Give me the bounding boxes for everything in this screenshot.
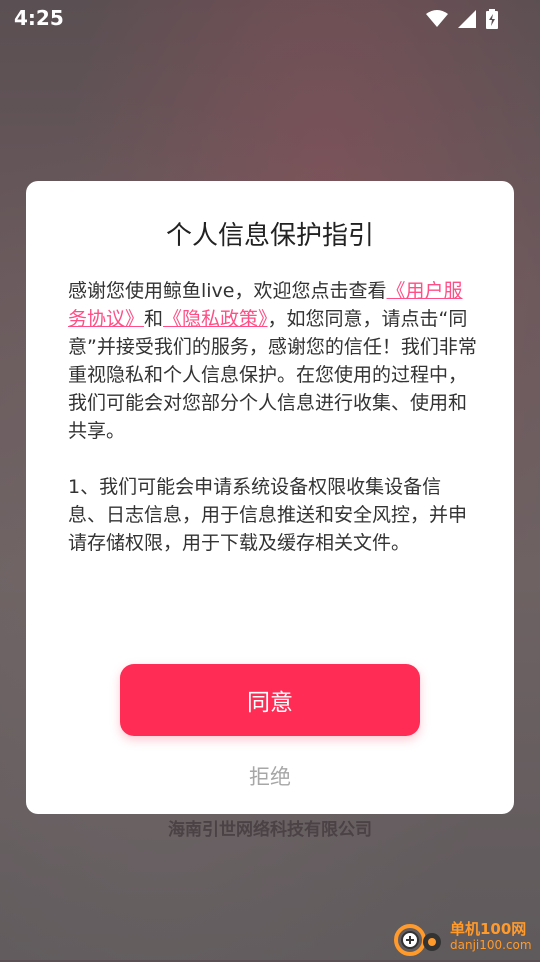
status-bar: 4:25 (0, 0, 540, 36)
watermark-logo-icon (392, 918, 446, 962)
paragraph-intro: 感谢您使用鲸鱼live，欢迎您点击查看《用户服务协议》和《隐私政策》，如您同意，… (68, 277, 478, 445)
wifi-icon (426, 10, 448, 28)
paragraph-permissions: 1、我们可能会申请系统设备权限收集设备信息、日志信息，用于信息推送和安全风控，并… (68, 476, 468, 554)
agree-button[interactable]: 同意 (120, 664, 420, 736)
watermark-text: 单机100网 (450, 920, 527, 938)
reject-button[interactable]: 拒绝 (220, 761, 320, 793)
and-text: 和 (144, 308, 164, 330)
watermark: 单机100网 danji100.com (392, 918, 540, 958)
status-time: 4:25 (14, 6, 64, 30)
company-name: 海南引世网络科技有限公司 (168, 820, 372, 840)
intro-prefix: 感谢您使用鲸鱼live，欢迎您点击查看 (68, 280, 387, 302)
dialog-title: 个人信息保护指引 (165, 221, 374, 251)
watermark-url: danji100.com (450, 938, 532, 952)
privacy-policy-link[interactable]: 《隐私政策》 (163, 308, 268, 330)
privacy-dialog: 个人信息保护指引 感谢您使用鲸鱼live，欢迎您点击查看《用户服务协议》和《隐私… (26, 181, 514, 814)
battery-charging-icon (486, 9, 498, 29)
signal-icon (458, 10, 476, 28)
dialog-body: 感谢您使用鲸鱼live，欢迎您点击查看《用户服务协议》和《隐私政策》，如您同意，… (68, 277, 478, 557)
